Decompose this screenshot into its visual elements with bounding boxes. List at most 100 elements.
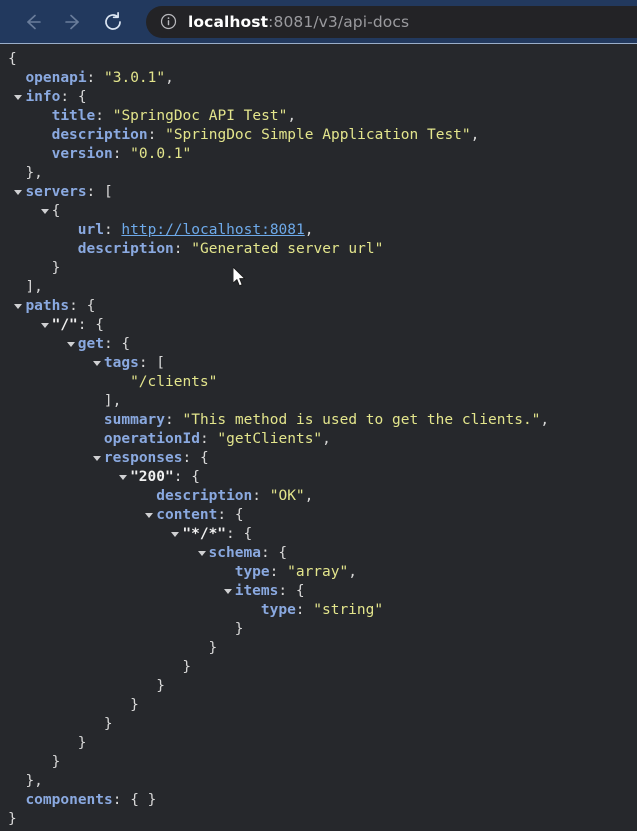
- json-line-text: }: [0, 621, 244, 637]
- json-key: description: [51, 127, 148, 143]
- json-key: type: [260, 602, 296, 618]
- json-punctuation: }: [234, 621, 244, 637]
- json-line-text: schema: {: [0, 545, 288, 561]
- json-punctuation: }: [51, 754, 61, 770]
- json-line-text: items: {: [0, 583, 305, 599]
- json-punctuation: ],: [25, 279, 43, 295]
- json-string-value: "0.0.1": [130, 146, 192, 162]
- json-punctuation: :: [86, 70, 105, 86]
- json-line: summary: "This method is used to get the…: [0, 411, 637, 430]
- json-string-value: "3.0.1": [104, 70, 166, 86]
- json-punctuation: }: [51, 260, 61, 276]
- json-lines-container: {openapi: "3.0.1", info: {title: "SpringD…: [0, 50, 637, 829]
- collapse-triangle-icon[interactable]: [40, 323, 49, 328]
- json-line-text: },: [0, 773, 42, 789]
- json-line: ],: [0, 278, 637, 297]
- site-info-icon[interactable]: [160, 13, 177, 30]
- json-line-text: type: "array",: [0, 564, 357, 580]
- collapse-triangle-icon[interactable]: [92, 361, 101, 366]
- json-line-text: summary: "This method is used to get the…: [0, 412, 549, 428]
- json-line: "*/*": {: [0, 525, 637, 544]
- json-line-text: }: [0, 260, 61, 276]
- json-line: url: http://localhost:8081,: [0, 221, 637, 240]
- json-line: content: {: [0, 506, 637, 525]
- json-punctuation: :: [138, 355, 157, 371]
- json-punctuation: ,: [304, 222, 314, 238]
- json-line-text: "/": {: [0, 317, 104, 333]
- collapse-triangle-icon[interactable]: [197, 551, 206, 556]
- json-line: operationId: "getClients",: [0, 430, 637, 449]
- json-punctuation: ],: [103, 393, 122, 409]
- collapse-triangle-icon[interactable]: [14, 304, 23, 309]
- json-string-value: "string": [313, 602, 384, 618]
- collapse-triangle-icon[interactable]: [40, 209, 49, 214]
- back-arrow-icon: [27, 14, 41, 29]
- json-key: get: [77, 336, 104, 352]
- back-button[interactable]: [18, 7, 48, 37]
- collapse-triangle-icon[interactable]: [223, 589, 232, 594]
- json-punctuation: {: [77, 89, 87, 105]
- json-punctuation: }: [103, 716, 113, 732]
- json-line: components: { }: [0, 791, 637, 810]
- json-line: ],: [0, 392, 637, 411]
- json-punctuation: :: [77, 317, 96, 333]
- json-key: responses: [103, 450, 183, 466]
- json-line-text: ],: [0, 279, 43, 295]
- json-punctuation: :: [252, 488, 270, 504]
- json-punctuation: {: [199, 450, 209, 466]
- json-punctuation: {: [234, 507, 244, 523]
- json-punctuation: {: [95, 317, 104, 333]
- json-key: description: [156, 488, 253, 504]
- json-punctuation: {: [278, 545, 288, 561]
- collapse-triangle-icon[interactable]: [66, 342, 75, 347]
- json-punctuation: :: [182, 450, 200, 466]
- json-url-link[interactable]: http://localhost:8081: [121, 222, 304, 238]
- json-key: type: [234, 564, 270, 580]
- json-punctuation: { }: [130, 792, 157, 808]
- json-punctuation: ,: [348, 564, 357, 580]
- address-bar[interactable]: localhost:8081/v3/api-docs: [146, 5, 637, 38]
- json-viewer-content: {openapi: "3.0.1", info: {title: "SpringD…: [0, 44, 637, 831]
- json-key: paths: [25, 298, 70, 314]
- url-host: localhost: [188, 12, 269, 31]
- json-line-text: }: [0, 697, 139, 713]
- json-line: servers: [: [0, 183, 637, 202]
- json-line-text: openapi: "3.0.1",: [0, 70, 173, 86]
- collapse-triangle-icon[interactable]: [145, 513, 154, 518]
- json-line-text: "/clients": [0, 374, 217, 390]
- collapse-triangle-icon[interactable]: [14, 95, 23, 100]
- url-path: :8081/v3/api-docs: [268, 12, 410, 31]
- json-punctuation: :: [147, 127, 166, 143]
- collapse-triangle-icon[interactable]: [171, 532, 180, 537]
- json-line-text: info: {: [0, 89, 87, 105]
- json-punctuation: ,: [470, 127, 480, 143]
- json-punctuation: :: [112, 792, 131, 808]
- json-line-text: }: [0, 678, 165, 694]
- json-key: info: [25, 89, 61, 105]
- json-string-value: "SpringDoc Simple Application Test": [165, 127, 471, 143]
- json-line-text: {: [0, 51, 17, 67]
- json-key: url: [77, 222, 104, 238]
- json-punctuation: }: [8, 811, 17, 827]
- json-line: }: [0, 696, 637, 715]
- json-key: openapi: [25, 70, 87, 86]
- json-line-text: }: [0, 716, 113, 732]
- json-key: operationId: [103, 431, 200, 447]
- json-line: type: "array",: [0, 563, 637, 582]
- json-punctuation: {: [86, 298, 96, 314]
- reload-button[interactable]: [98, 7, 128, 37]
- json-punctuation: ,: [322, 431, 331, 447]
- json-line: openapi: "3.0.1",: [0, 69, 637, 88]
- json-line-text: get: {: [0, 336, 130, 352]
- forward-button[interactable]: [58, 7, 88, 37]
- json-line-text: description: "SpringDoc Simple Applicati…: [0, 127, 480, 143]
- collapse-triangle-icon[interactable]: [14, 190, 23, 195]
- json-punctuation: {: [191, 469, 200, 485]
- json-line-text: components: { }: [0, 792, 156, 808]
- json-line-text: content: {: [0, 507, 244, 523]
- json-line-text: description: "OK",: [0, 488, 313, 504]
- json-punctuation: }: [208, 640, 218, 656]
- json-string-value: "This method is used to get the clients.…: [182, 412, 541, 428]
- collapse-triangle-icon[interactable]: [119, 475, 128, 480]
- collapse-triangle-icon[interactable]: [92, 456, 101, 461]
